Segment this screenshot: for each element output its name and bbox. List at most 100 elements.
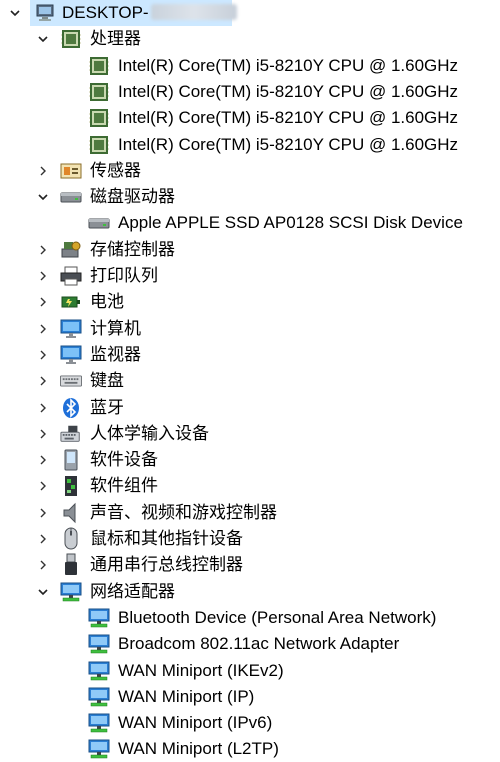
chevron-right-icon[interactable] — [34, 530, 52, 548]
category-row[interactable]: 存储控制器 — [0, 237, 500, 263]
device-label: WAN Miniport (L2TP) — [118, 739, 279, 759]
category-row[interactable]: 键盘 — [0, 368, 500, 394]
device-row[interactable]: Broadcom 802.11ac Network Adapter — [0, 631, 500, 657]
chevron-right-icon[interactable] — [34, 451, 52, 469]
processor-icon — [88, 81, 110, 103]
category-row[interactable]: 蓝牙 — [0, 395, 500, 421]
chevron-right-icon[interactable] — [34, 267, 52, 285]
category-row[interactable]: 磁盘驱动器 — [0, 184, 500, 210]
chevron-right-icon[interactable] — [34, 346, 52, 364]
chevron-right-icon[interactable] — [34, 293, 52, 311]
device-label: Intel(R) Core(TM) i5-8210Y CPU @ 1.60GHz — [118, 108, 459, 128]
chevron-down-icon[interactable] — [34, 188, 52, 206]
device-row[interactable]: WAN Miniport (L2TP) — [0, 736, 500, 762]
category-row[interactable]: 打印队列 — [0, 263, 500, 289]
chevron-right-icon[interactable] — [34, 241, 52, 259]
category-row[interactable]: 处理器 — [0, 26, 500, 52]
category-label: 处理器 — [90, 29, 141, 49]
device-row[interactable]: WAN Miniport (IPv6) — [0, 710, 500, 736]
category-label: 监视器 — [90, 344, 141, 364]
device-label: Intel(R) Core(TM) i5-8210Y CPU @ 1.60GHz — [118, 55, 459, 75]
mouse-icon — [60, 527, 82, 550]
device-row[interactable]: WAN Miniport (IP) — [0, 684, 500, 710]
usb-icon — [60, 553, 82, 576]
battery-icon — [60, 291, 82, 313]
disk-drive-icon — [88, 212, 110, 234]
category-label: 通用串行总线控制器 — [90, 555, 243, 575]
category-label: 传感器 — [90, 160, 141, 180]
device-row[interactable]: Intel(R) Core(TM) i5-8210Y CPU @ 1.60GHz — [0, 53, 500, 79]
monitor-icon — [60, 318, 82, 340]
network-adapter-icon — [88, 607, 110, 629]
device-row[interactable]: Intel(R) Core(TM) i5-8210Y CPU @ 1.60GHz — [0, 105, 500, 131]
device-label: Intel(R) Core(TM) i5-8210Y CPU @ 1.60GHz — [118, 134, 459, 154]
device-row[interactable]: Intel(R) Core(TM) i5-8210Y CPU @ 1.60GHz — [0, 79, 500, 105]
category-label: 键盘 — [90, 371, 124, 391]
device-row[interactable]: Bluetooth Device (Personal Area Network) — [0, 605, 500, 631]
network-adapter-icon — [88, 660, 110, 682]
category-label: 鼠标和其他指针设备 — [90, 529, 243, 548]
category-row[interactable]: 软件组件 — [0, 473, 500, 499]
chevron-right-icon[interactable] — [34, 320, 52, 338]
sensor-icon — [60, 160, 82, 182]
network-adapter-icon — [60, 581, 82, 603]
chevron-right-icon[interactable] — [34, 425, 52, 443]
chevron-down-icon[interactable] — [34, 30, 52, 48]
keyboard-icon — [60, 370, 82, 392]
device-row[interactable]: Apple APPLE SSD AP0128 SCSI Disk Device — [0, 210, 500, 236]
category-label: 电池 — [90, 292, 124, 312]
device-label: WAN Miniport (IPv6) — [118, 713, 273, 733]
software-device-icon — [60, 449, 82, 471]
redacted-hostname — [150, 4, 237, 20]
monitor-icon — [60, 344, 82, 366]
category-row[interactable]: 电池 — [0, 289, 500, 315]
category-label: 软件设备 — [90, 450, 158, 470]
chevron-down-icon[interactable] — [34, 583, 52, 601]
category-row[interactable]: 声音、视频和游戏控制器 — [0, 500, 500, 526]
software-component-icon — [60, 475, 82, 497]
category-row[interactable]: 通用串行总线控制器 — [0, 552, 500, 578]
computer-icon — [34, 2, 56, 24]
device-row[interactable]: Intel(R) Core(TM) i5-8210Y CPU @ 1.60GHz — [0, 132, 500, 158]
category-label: 人体学输入设备 — [90, 423, 209, 443]
device-row[interactable]: WAN Miniport (IKEv2) — [0, 658, 500, 684]
hid-icon — [60, 423, 82, 445]
chevron-right-icon[interactable] — [34, 556, 52, 574]
chevron-right-icon[interactable] — [34, 504, 52, 522]
device-label: WAN Miniport (IP) — [118, 686, 255, 706]
processor-icon — [60, 28, 82, 50]
network-adapter-icon — [88, 738, 110, 760]
category-label: 磁盘驱动器 — [90, 187, 175, 207]
chevron-right-icon[interactable] — [34, 399, 52, 417]
category-row[interactable]: 监视器 — [0, 342, 500, 368]
category-row[interactable]: 软件设备 — [0, 447, 500, 473]
device-label: WAN Miniport (IKEv2) — [118, 660, 284, 680]
speaker-icon — [60, 502, 82, 524]
network-adapter-icon — [88, 712, 110, 734]
category-label: 打印队列 — [90, 266, 158, 285]
tree-root[interactable]: DESKTOP- — [0, 0, 500, 26]
chevron-right-icon[interactable] — [34, 162, 52, 180]
network-adapter-icon — [88, 686, 110, 708]
printer-icon — [60, 265, 82, 287]
device-label: Apple APPLE SSD AP0128 SCSI Disk Device — [118, 213, 463, 233]
disk-drive-icon — [60, 186, 82, 208]
processor-icon — [88, 55, 110, 77]
category-row[interactable]: 计算机 — [0, 316, 500, 342]
chevron-down-icon[interactable] — [6, 4, 24, 22]
category-row[interactable]: 网络适配器 — [0, 579, 500, 605]
processor-icon — [88, 134, 110, 156]
category-label: 网络适配器 — [90, 581, 175, 601]
category-label: 蓝牙 — [90, 397, 124, 417]
chevron-right-icon[interactable] — [34, 477, 52, 495]
device-label: Broadcom 802.11ac Network Adapter — [118, 634, 400, 654]
bluetooth-icon — [60, 397, 82, 419]
category-label: 软件组件 — [90, 476, 158, 496]
category-row[interactable]: 传感器 — [0, 158, 500, 184]
category-row[interactable]: 鼠标和其他指针设备 — [0, 526, 500, 552]
chevron-right-icon[interactable] — [34, 372, 52, 390]
category-row[interactable]: 人体学输入设备 — [0, 421, 500, 447]
category-label: 计算机 — [90, 318, 141, 338]
category-label: 存储控制器 — [90, 239, 175, 259]
device-manager-tree: DESKTOP- 处理器 Intel(R) Core(TM) i5-8210Y C… — [0, 0, 500, 759]
